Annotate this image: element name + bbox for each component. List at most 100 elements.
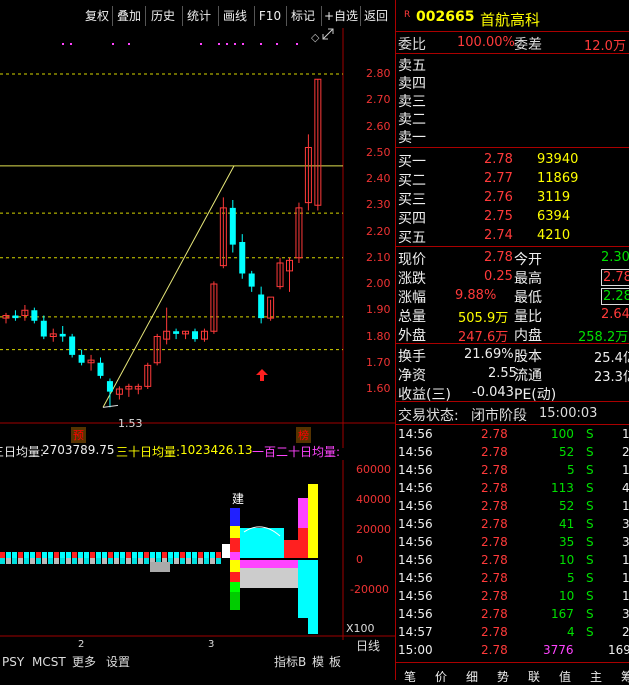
toolbar-button-6[interactable]: 标记 [288,6,318,26]
panel-tab-2[interactable]: 细 [466,668,478,685]
tick-time: 14:56 [398,499,433,513]
stock-code[interactable]: 002665 [416,9,474,25]
toolbar-separator [182,6,183,26]
toolbar-button-5[interactable]: F10 [256,6,284,26]
top-dot [112,43,114,45]
template-tab-2[interactable]: 板 [329,654,341,670]
flow-bar [138,552,143,558]
panel-tab-0[interactable]: 笔 [404,668,416,685]
quote-value: 505.9万 [458,311,509,326]
flow-bar [30,552,35,558]
buy-level-price: 2.74 [484,228,513,243]
panel-tab-4[interactable]: 联 [528,668,540,685]
tick-side: S [586,553,594,567]
tick-price: 2.78 [481,553,508,567]
panel-tab-5[interactable]: 值 [559,668,571,685]
quote-label: 最高 [514,271,542,287]
panel-tab-1[interactable]: 价 [435,668,447,685]
tick-side: S [586,589,594,603]
toolbar-button-0[interactable]: 复权 [82,6,112,26]
quote-label: 量比 [514,309,542,325]
tick-volume: 10 [559,589,575,603]
weicha-value: 12.0万 [584,39,626,54]
tick-count: 2 [622,445,629,459]
flow-bar [48,552,53,558]
bang-marker: 榜 [296,427,311,443]
flow-bar [132,552,137,558]
flow-bar-neg [102,558,107,564]
trade-status-phase: 闭市阶段 [471,408,527,424]
tick-side: S [586,607,594,621]
flow-bar [18,552,23,558]
tick-price: 2.78 [481,535,508,549]
candle-body [40,320,47,337]
flow-bar [96,552,101,558]
trade-status-time: 15:00:03 [539,406,598,421]
template-tab-0[interactable]: 指标B [274,654,306,670]
diamond-icon[interactable]: ◇ [311,31,319,44]
quote-label: 涨跌 [398,271,426,287]
toolbar-separator [360,6,361,26]
flow-bar-neg [36,558,41,564]
indicator-tab-3[interactable]: 设置 [106,654,130,670]
indicator-tab-0[interactable]: PSY [2,654,24,670]
tick-time: 14:56 [398,517,433,531]
block-cyan [240,528,284,558]
buy-level-volume: 4210 [537,228,571,243]
flow-bar-neg [42,558,47,564]
expand-icon[interactable] [322,28,336,42]
flow-bar [12,552,17,558]
tick-time: 14:56 [398,535,433,549]
flow-bar-neg [186,558,191,564]
toolbar-button-3[interactable]: 统计 [184,6,214,26]
yu-marker: 预 [71,427,86,443]
toolbar-button-4[interactable]: 画线 [220,6,250,26]
tick-side: S [586,517,594,531]
top-dot [70,43,72,45]
candle-body [69,336,76,355]
stock-badge: R [404,10,411,20]
top-dot [226,43,228,45]
indicator-tab-2[interactable]: 更多 [72,654,96,670]
tick-count: 1 [622,571,629,585]
buy-level-price: 2.75 [484,209,513,224]
toolbar-button-7[interactable]: +自选 [323,6,359,26]
flow-bar-neg [132,558,137,564]
buy-level-price: 2.78 [484,152,513,167]
quote-value: 2.78 [484,250,513,265]
stat-value: 2.55 [488,366,517,381]
toolbar-button-2[interactable]: 历史 [147,6,179,26]
indicator-chart[interactable] [0,460,395,652]
toolbar-button-1[interactable]: 叠加 [114,6,144,26]
candle-body [106,381,113,392]
quote-label: 涨幅 [398,290,426,306]
stock-name[interactable]: 首航高科 [480,9,540,30]
flow-bar-neg [66,558,71,564]
kline-chart[interactable] [0,28,395,448]
tick-side: S [586,427,594,441]
stat-label: 流通 [514,368,542,384]
block-magenta-3 [298,498,308,528]
candle-body [78,354,85,363]
panel-tab-3[interactable]: 势 [497,668,509,685]
flow-bar [72,552,77,558]
panel-tab-7[interactable]: 筹 [621,668,629,685]
template-tab-1[interactable]: 模 [312,654,324,670]
flow-bar [24,552,29,558]
sell-level-label: 卖四 [398,76,426,92]
flow-bar [168,552,173,558]
buy-level-label: 买三 [398,192,426,208]
indicator-tab-1[interactable]: MCST [32,654,66,670]
stat-label: 股本 [514,349,542,365]
flow-bar-neg [90,558,95,564]
toolbar-button-8[interactable]: 返回 [362,6,390,26]
flow-bar [102,552,107,558]
flow-bar-neg [72,558,77,564]
quote-value: 2.78 [601,269,629,286]
candle-body [239,242,246,274]
panel-tab-6[interactable]: 主 [590,668,602,685]
buy-level-volume: 93940 [537,152,579,167]
tick-price: 2.78 [481,463,508,477]
candle-body [248,273,255,287]
jian-marker: 建 [232,492,245,506]
